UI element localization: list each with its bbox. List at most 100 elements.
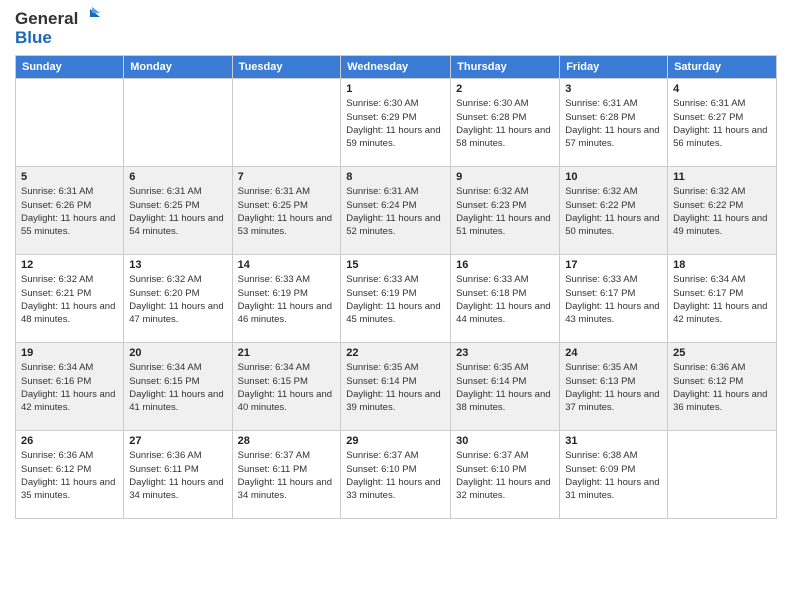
calendar-cell: 30 Sunrise: 6:37 AM Sunset: 6:10 PM Dayli…	[451, 431, 560, 519]
calendar-cell: 18 Sunrise: 6:34 AM Sunset: 6:17 PM Dayli…	[668, 255, 777, 343]
day-number: 30	[456, 435, 554, 447]
day-number: 12	[21, 259, 118, 271]
calendar-cell	[232, 79, 341, 167]
calendar-cell: 15 Sunrise: 6:33 AM Sunset: 6:19 PM Dayli…	[341, 255, 451, 343]
calendar-cell	[16, 79, 124, 167]
calendar-week-row: 12Sunrise: 6:32 AM Sunset: 6:21 PM Dayli…	[16, 255, 777, 343]
day-info: Sunrise: 6:32 AM Sunset: 6:22 PM Dayligh…	[673, 185, 771, 238]
calendar-cell: 11 Sunrise: 6:32 AM Sunset: 6:22 PM Dayli…	[668, 167, 777, 255]
day-info: Sunrise: 6:32 AM Sunset: 6:22 PM Dayligh…	[565, 185, 662, 238]
header: General Blue	[15, 10, 777, 47]
day-number: 10	[565, 171, 662, 183]
day-info: Sunrise: 6:32 AM Sunset: 6:20 PM Dayligh…	[129, 273, 226, 326]
weekday-header: Monday	[124, 56, 232, 79]
day-number: 25	[673, 347, 771, 359]
logo: General Blue	[15, 10, 100, 47]
day-number: 6	[129, 171, 226, 183]
day-number: 7	[238, 171, 336, 183]
day-number: 15	[346, 259, 445, 271]
day-number: 4	[673, 83, 771, 95]
calendar-cell: 10 Sunrise: 6:32 AM Sunset: 6:22 PM Dayli…	[560, 167, 668, 255]
calendar-cell: 29 Sunrise: 6:37 AM Sunset: 6:10 PM Dayli…	[341, 431, 451, 519]
day-info: Sunrise: 6:31 AM Sunset: 6:28 PM Dayligh…	[565, 97, 662, 150]
day-info: Sunrise: 6:33 AM Sunset: 6:17 PM Dayligh…	[565, 273, 662, 326]
calendar-cell: 8Sunrise: 6:31 AM Sunset: 6:24 PM Daylig…	[341, 167, 451, 255]
day-info: Sunrise: 6:31 AM Sunset: 6:25 PM Dayligh…	[238, 185, 336, 238]
calendar-cell	[668, 431, 777, 519]
day-number: 16	[456, 259, 554, 271]
calendar-table: SundayMondayTuesdayWednesdayThursdayFrid…	[15, 55, 777, 519]
day-number: 29	[346, 435, 445, 447]
calendar-cell: 20 Sunrise: 6:34 AM Sunset: 6:15 PM Dayli…	[124, 343, 232, 431]
day-info: Sunrise: 6:33 AM Sunset: 6:18 PM Dayligh…	[456, 273, 554, 326]
day-number: 20	[129, 347, 226, 359]
calendar-week-row: 5 Sunrise: 6:31 AM Sunset: 6:26 PM Daylig…	[16, 167, 777, 255]
day-info: Sunrise: 6:38 AM Sunset: 6:09 PM Dayligh…	[565, 449, 662, 502]
day-info: Sunrise: 6:37 AM Sunset: 6:10 PM Dayligh…	[346, 449, 445, 502]
day-info: Sunrise: 6:34 AM Sunset: 6:15 PM Dayligh…	[238, 361, 336, 414]
calendar-cell: 13 Sunrise: 6:32 AM Sunset: 6:20 PM Dayli…	[124, 255, 232, 343]
day-number: 5	[21, 171, 118, 183]
day-info: Sunrise: 6:33 AM Sunset: 6:19 PM Dayligh…	[346, 273, 445, 326]
day-number: 22	[346, 347, 445, 359]
logo-general-text: General	[15, 10, 78, 29]
day-info: Sunrise: 6:30 AM Sunset: 6:29 PM Dayligh…	[346, 97, 445, 150]
day-number: 21	[238, 347, 336, 359]
day-info: Sunrise: 6:34 AM Sunset: 6:15 PM Dayligh…	[129, 361, 226, 414]
calendar-header-row: SundayMondayTuesdayWednesdayThursdayFrid…	[16, 56, 777, 79]
day-number: 13	[129, 259, 226, 271]
day-info: Sunrise: 6:34 AM Sunset: 6:17 PM Dayligh…	[673, 273, 771, 326]
logo-blue-text: Blue	[15, 29, 52, 48]
day-number: 11	[673, 171, 771, 183]
day-number: 9	[456, 171, 554, 183]
calendar-cell: 27 Sunrise: 6:36 AM Sunset: 6:11 PM Dayli…	[124, 431, 232, 519]
day-number: 23	[456, 347, 554, 359]
day-number: 3	[565, 83, 662, 95]
day-info: Sunrise: 6:36 AM Sunset: 6:11 PM Dayligh…	[129, 449, 226, 502]
calendar-cell: 4Sunrise: 6:31 AM Sunset: 6:27 PM Daylig…	[668, 79, 777, 167]
calendar-cell: 21 Sunrise: 6:34 AM Sunset: 6:15 PM Dayli…	[232, 343, 341, 431]
calendar-cell: 25 Sunrise: 6:36 AM Sunset: 6:12 PM Dayli…	[668, 343, 777, 431]
day-number: 1	[346, 83, 445, 95]
calendar-cell: 12Sunrise: 6:32 AM Sunset: 6:21 PM Dayli…	[16, 255, 124, 343]
calendar-cell: 7 Sunrise: 6:31 AM Sunset: 6:25 PM Daylig…	[232, 167, 341, 255]
day-number: 28	[238, 435, 336, 447]
day-number: 18	[673, 259, 771, 271]
calendar-cell: 1 Sunrise: 6:30 AM Sunset: 6:29 PM Daylig…	[341, 79, 451, 167]
day-number: 27	[129, 435, 226, 447]
weekday-header: Wednesday	[341, 56, 451, 79]
weekday-header: Friday	[560, 56, 668, 79]
day-info: Sunrise: 6:35 AM Sunset: 6:14 PM Dayligh…	[456, 361, 554, 414]
calendar-week-row: 1 Sunrise: 6:30 AM Sunset: 6:29 PM Daylig…	[16, 79, 777, 167]
calendar-cell: 5 Sunrise: 6:31 AM Sunset: 6:26 PM Daylig…	[16, 167, 124, 255]
weekday-header: Sunday	[16, 56, 124, 79]
logo-bird-icon	[80, 7, 100, 27]
day-info: Sunrise: 6:37 AM Sunset: 6:10 PM Dayligh…	[456, 449, 554, 502]
day-info: Sunrise: 6:30 AM Sunset: 6:28 PM Dayligh…	[456, 97, 554, 150]
day-info: Sunrise: 6:31 AM Sunset: 6:25 PM Dayligh…	[129, 185, 226, 238]
day-info: Sunrise: 6:32 AM Sunset: 6:23 PM Dayligh…	[456, 185, 554, 238]
calendar-cell: 17 Sunrise: 6:33 AM Sunset: 6:17 PM Dayli…	[560, 255, 668, 343]
calendar-cell: 3 Sunrise: 6:31 AM Sunset: 6:28 PM Daylig…	[560, 79, 668, 167]
day-info: Sunrise: 6:36 AM Sunset: 6:12 PM Dayligh…	[21, 449, 118, 502]
calendar-cell: 16 Sunrise: 6:33 AM Sunset: 6:18 PM Dayli…	[451, 255, 560, 343]
calendar-cell: 2 Sunrise: 6:30 AM Sunset: 6:28 PM Daylig…	[451, 79, 560, 167]
page: General Blue SundayMondayTuesdayWednesda…	[0, 0, 792, 612]
weekday-header: Tuesday	[232, 56, 341, 79]
day-info: Sunrise: 6:35 AM Sunset: 6:14 PM Dayligh…	[346, 361, 445, 414]
day-number: 14	[238, 259, 336, 271]
day-info: Sunrise: 6:31 AM Sunset: 6:24 PM Dayligh…	[346, 185, 445, 238]
day-number: 19	[21, 347, 118, 359]
calendar-cell: 28 Sunrise: 6:37 AM Sunset: 6:11 PM Dayli…	[232, 431, 341, 519]
day-number: 2	[456, 83, 554, 95]
calendar-cell: 23 Sunrise: 6:35 AM Sunset: 6:14 PM Dayli…	[451, 343, 560, 431]
day-info: Sunrise: 6:36 AM Sunset: 6:12 PM Dayligh…	[673, 361, 771, 414]
logo-container: General Blue	[15, 10, 100, 47]
day-info: Sunrise: 6:31 AM Sunset: 6:26 PM Dayligh…	[21, 185, 118, 238]
day-info: Sunrise: 6:37 AM Sunset: 6:11 PM Dayligh…	[238, 449, 336, 502]
day-number: 17	[565, 259, 662, 271]
calendar-cell: 26Sunrise: 6:36 AM Sunset: 6:12 PM Dayli…	[16, 431, 124, 519]
logo-top: General	[15, 10, 100, 29]
day-info: Sunrise: 6:35 AM Sunset: 6:13 PM Dayligh…	[565, 361, 662, 414]
calendar-cell: 6 Sunrise: 6:31 AM Sunset: 6:25 PM Daylig…	[124, 167, 232, 255]
